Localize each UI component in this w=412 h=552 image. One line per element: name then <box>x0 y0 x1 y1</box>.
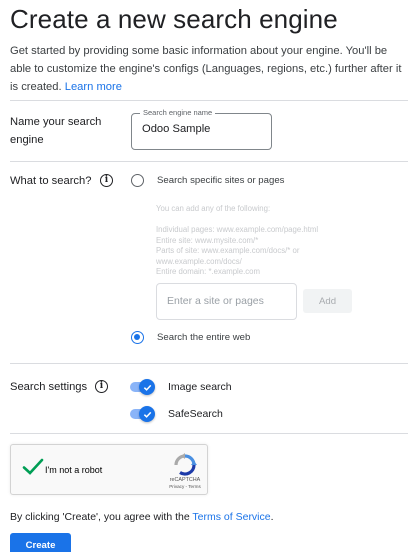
recaptcha-links[interactable]: Privacy - Terms <box>162 484 208 489</box>
helper-line: Individual pages: www.example.com/page.h… <box>156 225 319 234</box>
engine-name-field[interactable]: Search engine name <box>131 108 272 150</box>
engine-name-legend: Search engine name <box>140 108 216 117</box>
helper-line: www.example.com/docs/ <box>156 256 242 266</box>
helper-text: You can add any of the following: Indivi… <box>156 204 318 278</box>
info-icon[interactable]: i <box>100 174 113 187</box>
specific-sites-label[interactable]: Search specific sites or pages <box>157 175 284 186</box>
what-to-search-label: What to search? <box>10 175 92 187</box>
radio-specific-sites[interactable] <box>131 174 144 187</box>
recaptcha-widget[interactable]: I'm not a robot reCAPTCHA Privacy - Term… <box>10 444 208 495</box>
checkmark-icon[interactable] <box>22 458 44 476</box>
toggle-knob <box>139 379 155 395</box>
image-search-toggle[interactable] <box>130 379 156 395</box>
name-section-label: Name your search engine <box>10 113 101 149</box>
divider <box>10 363 408 364</box>
helper-line: You can add any of the following: <box>156 204 271 213</box>
search-settings-label: Search settings <box>10 381 88 393</box>
helper-line: Entire domain: *.example.com <box>156 267 261 276</box>
learn-more-link[interactable]: Learn more <box>65 81 122 93</box>
recaptcha-logo-icon <box>174 453 197 476</box>
create-button[interactable]: Create <box>10 533 71 552</box>
not-robot-label: I'm not a robot <box>45 465 103 475</box>
name-label-line2: engine <box>10 134 44 146</box>
image-search-label: Image search <box>168 381 232 393</box>
safesearch-label: SafeSearch <box>168 408 223 420</box>
site-input-field[interactable] <box>156 283 297 320</box>
terms-suffix: . <box>270 511 274 523</box>
terms-of-service-link[interactable]: Terms of Service <box>192 511 270 523</box>
divider <box>10 433 408 434</box>
engine-name-input[interactable] <box>142 123 262 135</box>
entire-web-label[interactable]: Search the entire web <box>157 332 250 343</box>
check-icon <box>143 411 151 418</box>
site-input[interactable] <box>167 295 287 307</box>
divider <box>10 100 408 101</box>
safesearch-toggle[interactable] <box>130 406 156 422</box>
radio-entire-web[interactable] <box>131 331 144 344</box>
helper-spacer <box>156 215 318 226</box>
divider <box>10 161 408 162</box>
add-site-button[interactable]: Add <box>303 289 352 313</box>
terms-text: By clicking 'Create', you agree with the… <box>10 511 274 523</box>
helper-line: Entire site: www.mysite.com/* <box>156 235 259 245</box>
terms-prefix: By clicking 'Create', you agree with the <box>10 511 193 523</box>
helper-line: Parts of site: www.example.com/docs/* or <box>156 246 300 255</box>
recaptcha-brand: reCAPTCHA <box>169 477 201 483</box>
name-label-line1: Name your search <box>10 116 102 128</box>
toggle-knob <box>139 406 155 422</box>
check-icon <box>143 384 151 391</box>
page-title: Create a new search engine <box>10 4 338 34</box>
intro-text: Get started by providing some basic info… <box>10 42 406 96</box>
info-icon[interactable]: i <box>95 380 108 393</box>
